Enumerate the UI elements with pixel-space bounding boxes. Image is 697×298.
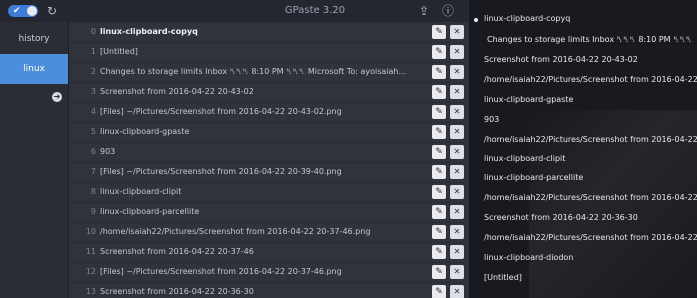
delete-button[interactable]: ✕ <box>450 185 464 199</box>
item-index: 5 <box>90 127 96 136</box>
list-item[interactable]: 13 Screenshot from 2016-04-22 20-36-30 ✎… <box>69 282 469 298</box>
menu-item[interactable]: /home/isaiah22/Pictures/Screenshot from … <box>484 75 697 84</box>
sidebar-item-linux[interactable]: linux <box>0 54 68 84</box>
menu-item[interactable]: linux-clipboard-gpaste <box>484 95 573 104</box>
delete-button[interactable]: ✕ <box>450 125 464 139</box>
edit-button[interactable]: ✎ <box>432 285 446 298</box>
item-text: Changes to storage limits Inbox ␤␤␤ 8:10… <box>100 67 407 76</box>
window-title: GPaste 3.20 <box>284 5 346 16</box>
menu-item[interactable]: /home/isaiah22/Pictures/Screenshot from … <box>484 233 697 242</box>
menu-item[interactable]: linux-clipboard-diodon <box>484 253 573 262</box>
sidebar: history linux ➜ <box>0 22 69 298</box>
item-text: linux-clipboard-copyq <box>100 27 198 36</box>
menu-item[interactable]: /home/isaiah22/Pictures/Screenshot from … <box>484 135 697 144</box>
item-text: linux-clipboard-gpaste <box>100 127 190 136</box>
item-text: 903 <box>100 147 116 156</box>
menu-item[interactable]: 903 <box>484 115 499 124</box>
add-history-icon[interactable]: ➜ <box>52 92 62 102</box>
edit-button[interactable]: ✎ <box>432 165 446 179</box>
info-icon[interactable]: ⓘ <box>440 3 456 19</box>
item-text: Screenshot from 2016-04-22 20-43-02 <box>100 87 254 96</box>
edit-button[interactable]: ✎ <box>432 45 446 59</box>
item-index: 9 <box>90 207 96 216</box>
item-text: [Files] ~/Pictures/Screenshot from 2016-… <box>100 267 342 276</box>
item-text: Screenshot from 2016-04-22 20-37-46 <box>100 247 254 256</box>
list-item[interactable]: 6 903 ✎ ✕ <box>69 142 469 163</box>
delete-button[interactable]: ✕ <box>450 285 464 298</box>
item-text: [Untitled] <box>100 47 138 56</box>
delete-button[interactable]: ✕ <box>450 145 464 159</box>
menu-item[interactable]: Screenshot from 2016-04-22 20-43-02 <box>484 55 638 64</box>
edit-button[interactable]: ✎ <box>432 65 446 79</box>
menu-item[interactable]: linux-clipboard-parcellite <box>484 173 583 182</box>
clipboard-popup-menu: linux-clipboard-copyq Changes to storage… <box>469 0 697 298</box>
delete-button[interactable]: ✕ <box>450 165 464 179</box>
list-item[interactable]: 9 linux-clipboard-parcellite ✎ ✕ <box>69 202 469 223</box>
edit-button[interactable]: ✎ <box>432 205 446 219</box>
menu-item[interactable]: [Untitled] <box>484 273 522 282</box>
enable-toggle[interactable]: ✔ <box>8 5 38 17</box>
item-index: 0 <box>90 27 96 36</box>
item-text: linux-clipboard-clipit <box>100 187 182 196</box>
history-list: 0 linux-clipboard-copyq ✎ ✕ 1 [Untitled]… <box>69 22 469 298</box>
menu-item[interactable]: /home/isaiah22/Pictures/Screenshot from … <box>484 193 697 202</box>
item-index: 2 <box>90 67 96 76</box>
item-index: 13 <box>85 287 96 296</box>
delete-button[interactable]: ✕ <box>450 225 464 239</box>
list-item[interactable]: 2 Changes to storage limits Inbox ␤␤␤ 8:… <box>69 62 469 83</box>
delete-button[interactable]: ✕ <box>450 65 464 79</box>
refresh-icon[interactable]: ↻ <box>44 3 60 19</box>
list-item[interactable]: 12 [Files] ~/Pictures/Screenshot from 20… <box>69 262 469 283</box>
delete-button[interactable]: ✕ <box>450 45 464 59</box>
delete-button[interactable]: ✕ <box>450 25 464 39</box>
list-item[interactable]: 0 linux-clipboard-copyq ✎ ✕ <box>69 22 469 43</box>
item-index: 12 <box>85 267 96 276</box>
item-text: Screenshot from 2016-04-22 20-36-30 <box>100 287 254 296</box>
edit-button[interactable]: ✎ <box>432 185 446 199</box>
item-text: /home/isaiah22/Pictures/Screenshot from … <box>100 227 371 236</box>
item-index: 6 <box>90 147 96 156</box>
menu-item[interactable]: Screenshot from 2016-04-22 20-36-30 <box>484 213 638 222</box>
item-text: [Files] ~/Pictures/Screenshot from 2016-… <box>100 167 342 176</box>
list-item[interactable]: 1 [Untitled] ✎ ✕ <box>69 42 469 63</box>
item-index: 3 <box>90 87 96 96</box>
list-item[interactable]: 11 Screenshot from 2016-04-22 20-37-46 ✎… <box>69 242 469 263</box>
item-text: linux-clipboard-parcellite <box>100 207 200 216</box>
edit-button[interactable]: ✎ <box>432 105 446 119</box>
item-index: 7 <box>90 167 96 176</box>
delete-button[interactable]: ✕ <box>450 105 464 119</box>
edit-button[interactable]: ✎ <box>432 225 446 239</box>
edit-button[interactable]: ✎ <box>432 245 446 259</box>
menu-item[interactable]: linux-clipboard-copyq <box>484 14 570 23</box>
item-index: 1 <box>90 47 96 56</box>
delete-button[interactable]: ✕ <box>450 205 464 219</box>
toggle-knob <box>27 6 37 16</box>
delete-button[interactable]: ✕ <box>450 245 464 259</box>
list-item[interactable]: 8 linux-clipboard-clipit ✎ ✕ <box>69 182 469 203</box>
list-item[interactable]: 10 /home/isaiah22/Pictures/Screenshot fr… <box>69 222 469 243</box>
menu-item[interactable]: Changes to storage limits Inbox ␤␤␤ 8:10… <box>487 35 692 45</box>
check-icon: ✔ <box>13 6 21 16</box>
menu-item[interactable]: linux-clipboard-clipit <box>484 154 565 163</box>
edit-button[interactable]: ✎ <box>432 125 446 139</box>
edit-button[interactable]: ✎ <box>432 265 446 279</box>
list-item[interactable]: 4 [Files] ~/Pictures/Screenshot from 201… <box>69 102 469 123</box>
list-item[interactable]: 5 linux-clipboard-gpaste ✎ ✕ <box>69 122 469 143</box>
edit-button[interactable]: ✎ <box>432 25 446 39</box>
item-index: 8 <box>90 187 96 196</box>
item-text: [Files] ~/Pictures/Screenshot from 2016-… <box>100 107 342 116</box>
item-index: 11 <box>85 247 96 256</box>
delete-button[interactable]: ✕ <box>450 85 464 99</box>
item-index: 4 <box>90 107 96 116</box>
sidebar-item-history[interactable]: history <box>0 24 68 54</box>
item-index: 10 <box>85 227 96 236</box>
edit-button[interactable]: ✎ <box>432 145 446 159</box>
delete-button[interactable]: ✕ <box>450 265 464 279</box>
edit-button[interactable]: ✎ <box>432 85 446 99</box>
list-item[interactable]: 3 Screenshot from 2016-04-22 20-43-02 ✎ … <box>69 82 469 103</box>
selected-indicator-icon <box>474 18 478 22</box>
upload-icon[interactable]: ⇪ <box>416 3 432 19</box>
list-item[interactable]: 7 [Files] ~/Pictures/Screenshot from 201… <box>69 162 469 183</box>
